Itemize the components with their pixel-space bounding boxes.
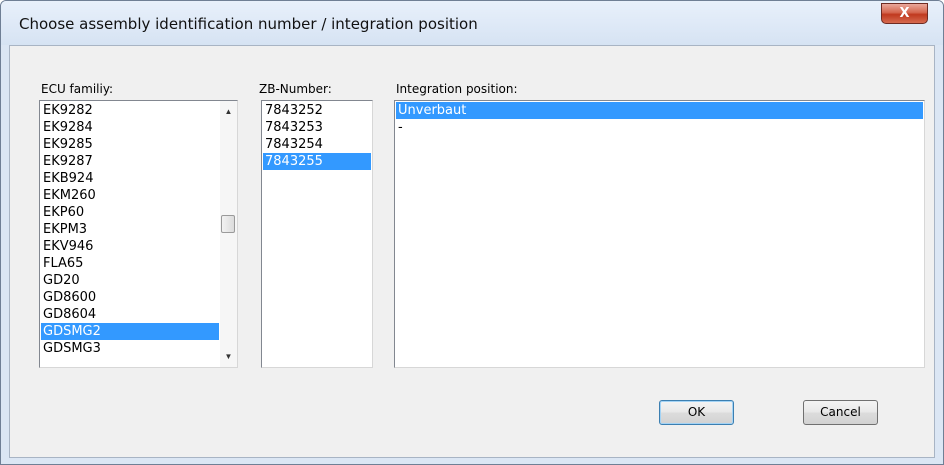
list-item[interactable]: EKV946 bbox=[41, 238, 219, 255]
window-title: Choose assembly identification number / … bbox=[19, 15, 478, 33]
list-item[interactable]: FLA65 bbox=[41, 255, 219, 272]
list-item[interactable]: EKM260 bbox=[41, 187, 219, 204]
list-item[interactable]: EK9287 bbox=[41, 153, 219, 170]
integration-position-label: Integration position: bbox=[396, 82, 518, 96]
ecu-family-label: ECU familiy: bbox=[41, 82, 114, 96]
ok-button[interactable]: OK bbox=[659, 400, 734, 425]
zb-number-label: ZB-Number: bbox=[259, 82, 332, 96]
ecu-family-items: EK9282 EK9284 EK9285 EK9287 EKB924 EKM260 EKP6… bbox=[41, 102, 219, 357]
list-item[interactable]: Unverbaut bbox=[396, 102, 923, 119]
list-item[interactable]: EKB924 bbox=[41, 170, 219, 187]
scroll-down-arrow-icon[interactable]: ▼ bbox=[220, 348, 237, 365]
close-button[interactable]: X bbox=[881, 3, 928, 24]
list-item[interactable]: - bbox=[396, 119, 923, 136]
cancel-button[interactable]: Cancel bbox=[803, 400, 878, 425]
ecu-family-scrollbar[interactable]: ▲ ▼ bbox=[220, 101, 237, 367]
list-item[interactable]: GD8604 bbox=[41, 306, 219, 323]
dialog-window: Choose assembly identification number / … bbox=[0, 0, 944, 465]
list-item[interactable]: 7843255 bbox=[263, 153, 371, 170]
list-item[interactable]: 7843254 bbox=[263, 136, 371, 153]
dialog-client-area: ECU familiy: ZB-Number: Integration posi… bbox=[9, 45, 935, 458]
ecu-family-listbox[interactable]: EK9282 EK9284 EK9285 EK9287 EKB924 EKM260 EKP6… bbox=[39, 100, 238, 368]
zb-number-listbox[interactable]: 7843252 7843253 7843254 7843255 bbox=[261, 100, 373, 368]
integration-position-listbox[interactable]: Unverbaut - bbox=[394, 100, 925, 368]
list-item[interactable]: 7843252 bbox=[263, 102, 371, 119]
list-item[interactable]: GDSMG3 bbox=[41, 340, 219, 357]
list-item[interactable]: GD20 bbox=[41, 272, 219, 289]
list-item[interactable]: GDSMG2 bbox=[41, 323, 219, 340]
list-item[interactable]: EK9285 bbox=[41, 136, 219, 153]
list-item[interactable]: GD8600 bbox=[41, 289, 219, 306]
list-item[interactable]: 7843253 bbox=[263, 119, 371, 136]
zb-number-items: 7843252 7843253 7843254 7843255 bbox=[263, 102, 371, 170]
list-item[interactable]: EKP60 bbox=[41, 204, 219, 221]
list-item[interactable]: EKPM3 bbox=[41, 221, 219, 238]
scroll-up-arrow-icon[interactable]: ▲ bbox=[220, 103, 237, 120]
title-bar[interactable]: Choose assembly identification number / … bbox=[1, 1, 943, 45]
close-icon: X bbox=[899, 6, 910, 21]
integration-position-items: Unverbaut - bbox=[396, 102, 923, 136]
list-item[interactable]: EK9282 bbox=[41, 102, 219, 119]
scrollbar-thumb[interactable] bbox=[221, 214, 235, 233]
list-item[interactable]: EK9284 bbox=[41, 119, 219, 136]
